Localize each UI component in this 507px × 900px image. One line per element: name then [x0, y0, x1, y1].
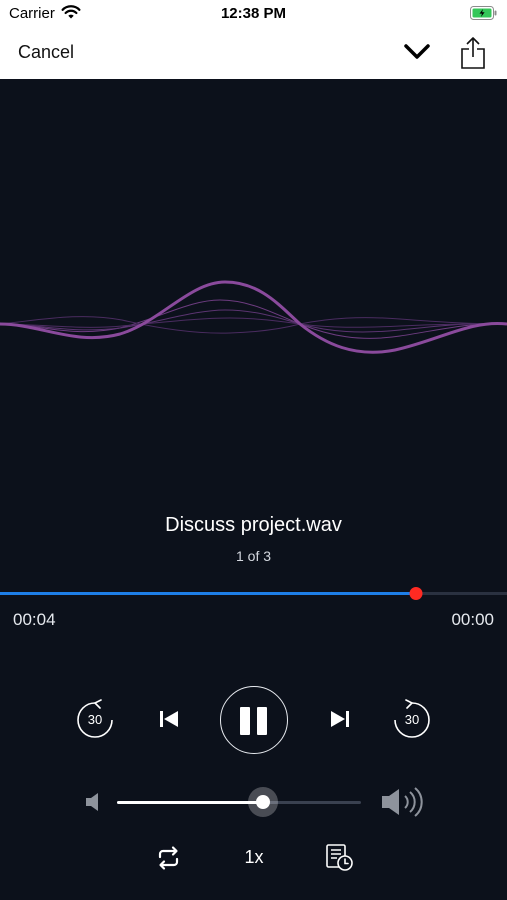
skip-forward-button[interactable]: 30: [391, 699, 433, 741]
volume-low-icon: [86, 793, 98, 811]
elapsed-time: 00:04: [13, 610, 56, 629]
pause-icon-bar: [257, 707, 267, 735]
pause-button[interactable]: [220, 686, 288, 754]
remaining-time: 00:00: [451, 610, 494, 629]
sleep-timer-icon[interactable]: [325, 843, 355, 873]
volume-fill: [117, 801, 264, 804]
skip-back-label: 30: [87, 712, 103, 727]
chevron-down-icon[interactable]: [402, 40, 432, 64]
next-track-button[interactable]: [327, 706, 353, 732]
track-position: 1 of 3: [235, 548, 272, 564]
volume-high-icon: [382, 787, 423, 817]
progress-scrubber[interactable]: [409, 587, 423, 600]
nav-bar: Cancel: [0, 28, 507, 79]
skip-back-button[interactable]: 30: [74, 699, 116, 741]
status-bar: Carrier 12:38 PM: [0, 0, 507, 28]
share-icon[interactable]: [460, 37, 486, 69]
waveform-visualization: [0, 280, 507, 354]
track-title: Discuss project.wav: [165, 514, 342, 536]
pause-icon: [240, 707, 250, 735]
previous-track-button[interactable]: [156, 706, 182, 732]
cancel-button[interactable]: Cancel: [18, 42, 74, 63]
next-track-icon: [331, 711, 349, 727]
progress-bar[interactable]: [0, 587, 507, 600]
volume-knob[interactable]: [248, 787, 279, 817]
previous-track-icon: [160, 711, 178, 727]
volume-slider[interactable]: [117, 787, 361, 817]
progress-fill: [0, 592, 416, 595]
skip-forward-label: 30: [404, 712, 420, 727]
playback-speed-button[interactable]: 1x: [234, 847, 274, 868]
status-time: 12:38 PM: [220, 5, 287, 22]
battery-icon: [470, 6, 497, 20]
repeat-icon[interactable]: [155, 845, 182, 871]
